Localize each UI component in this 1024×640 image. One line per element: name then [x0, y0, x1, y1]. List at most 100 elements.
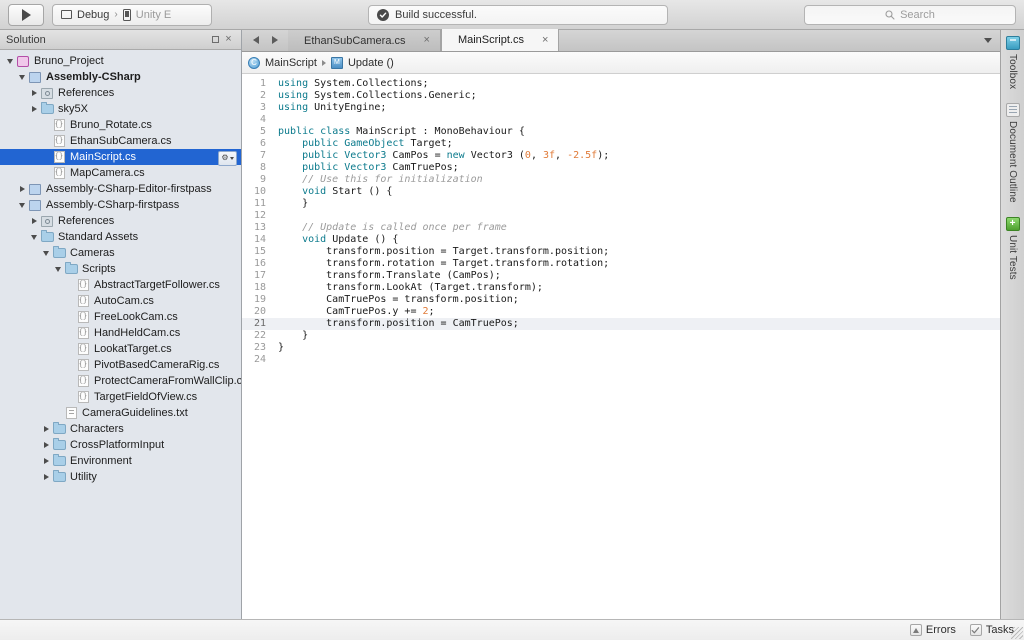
- configuration-selector[interactable]: Debug › Unity E: [52, 3, 212, 26]
- tree-item[interactable]: {} PivotBasedCameraRig.cs: [0, 357, 241, 373]
- code-line[interactable]: 16 transform.rotation = Target.transform…: [242, 258, 1000, 270]
- tree-item[interactable]: {} AutoCam.cs: [0, 293, 241, 309]
- code-line[interactable]: 20 CamTruePos.y += 2;: [242, 306, 1000, 318]
- tree-item[interactable]: Utility: [0, 469, 241, 485]
- breadcrumb-member[interactable]: Update (): [348, 57, 394, 69]
- chevron-down-icon: [984, 37, 992, 43]
- tree-item[interactable]: Characters: [0, 421, 241, 437]
- tree-item[interactable]: {} EthanSubCamera.cs: [0, 133, 241, 149]
- right-pad-tab[interactable]: Document Outline: [1005, 103, 1020, 203]
- tree-item[interactable]: Assembly-CSharp: [0, 69, 241, 85]
- code-line[interactable]: 10 void Start () {: [242, 186, 1000, 198]
- code-line[interactable]: 1 using System.Collections;: [242, 78, 1000, 90]
- tab-overflow-menu[interactable]: [976, 29, 1000, 51]
- search-input[interactable]: Search: [804, 5, 1016, 25]
- tree-item[interactable]: Scripts: [0, 261, 241, 277]
- twisty-collapsed-icon[interactable]: [28, 106, 40, 112]
- code-line[interactable]: 14 void Update () {: [242, 234, 1000, 246]
- twisty-expanded-icon[interactable]: [16, 74, 28, 80]
- tree-item[interactable]: {} LookatTarget.cs: [0, 341, 241, 357]
- run-button[interactable]: [8, 3, 44, 26]
- code-text: }: [278, 330, 309, 341]
- code-line[interactable]: 13 // Update is called once per frame: [242, 222, 1000, 234]
- tree-item[interactable]: Bruno_Project: [0, 53, 241, 69]
- tasks-pad-button[interactable]: Tasks: [969, 624, 1014, 636]
- line-number: 12: [253, 210, 266, 221]
- twisty-expanded-icon[interactable]: [52, 266, 64, 272]
- code-line[interactable]: 21 transform.position = CamTruePos;: [242, 318, 1000, 330]
- code-text: transform.position = CamTruePos;: [278, 318, 519, 329]
- code-text: transform.LookAt (Target.transform);: [278, 282, 543, 293]
- code-line[interactable]: 8 public Vector3 CamTruePos;: [242, 162, 1000, 174]
- tab-close-icon[interactable]: ×: [542, 34, 548, 46]
- code-line[interactable]: 4: [242, 114, 1000, 126]
- twisty-collapsed-icon[interactable]: [28, 90, 40, 96]
- code-line[interactable]: 7 public Vector3 CamPos = new Vector3 (0…: [242, 150, 1000, 162]
- tree-item-options-button[interactable]: ⚙: [218, 150, 237, 166]
- tab-close-icon[interactable]: ×: [424, 35, 430, 46]
- twisty-collapsed-icon[interactable]: [40, 458, 52, 464]
- tree-item[interactable]: Environment: [0, 453, 241, 469]
- breadcrumb-class[interactable]: MainScript: [265, 57, 317, 69]
- tree-item-label: Assembly-CSharp-Editor-firstpass: [46, 183, 212, 195]
- tree-item[interactable]: {} ProtectCameraFromWallClip.cs: [0, 373, 241, 389]
- twisty-collapsed-icon[interactable]: [40, 426, 52, 432]
- tree-item[interactable]: References: [0, 213, 241, 229]
- build-status-bar: Build successful.: [368, 5, 668, 25]
- tree-item[interactable]: {} TargetFieldOfView.cs: [0, 389, 241, 405]
- errors-pad-button[interactable]: Errors: [909, 624, 956, 636]
- tree-item[interactable]: Assembly-CSharp-Editor-firstpass: [0, 181, 241, 197]
- code-line[interactable]: 6 public GameObject Target;: [242, 138, 1000, 150]
- tree-item[interactable]: {} AbstractTargetFollower.cs: [0, 277, 241, 293]
- right-pad-tab[interactable]: Toolbox: [1005, 36, 1020, 90]
- csharp-file-icon: {}: [77, 279, 89, 291]
- code-line[interactable]: 5 public class MainScript : MonoBehaviour…: [242, 126, 1000, 138]
- twisty-expanded-icon[interactable]: [16, 202, 28, 208]
- code-line[interactable]: 2 using System.Collections.Generic;: [242, 90, 1000, 102]
- csharp-file-icon: {}: [77, 359, 89, 371]
- minimize-icon[interactable]: [209, 33, 222, 46]
- twisty-expanded-icon[interactable]: [28, 234, 40, 240]
- twisty-collapsed-icon[interactable]: [40, 474, 52, 480]
- code-line[interactable]: 22 }: [242, 330, 1000, 342]
- twisty-collapsed-icon[interactable]: [40, 442, 52, 448]
- tree-item[interactable]: {} FreeLookCam.cs: [0, 309, 241, 325]
- tab-prev-icon[interactable]: [252, 36, 259, 44]
- code-line[interactable]: 17 transform.Translate (CamPos);: [242, 270, 1000, 282]
- tree-item[interactable]: {} MapCamera.cs: [0, 165, 241, 181]
- editor-tab[interactable]: MainScript.cs ×: [440, 29, 560, 51]
- tree-item[interactable]: Assembly-CSharp-firstpass: [0, 197, 241, 213]
- code-line[interactable]: 9 // Use this for initialization: [242, 174, 1000, 186]
- tree-item[interactable]: Standard Assets: [0, 229, 241, 245]
- tree-item[interactable]: {} HandHeldCam.cs: [0, 325, 241, 341]
- code-line[interactable]: 15 transform.position = Target.transform…: [242, 246, 1000, 258]
- tree-item-label: Utility: [70, 471, 97, 483]
- code-line[interactable]: 19 CamTruePos = transform.position;: [242, 294, 1000, 306]
- tree-item[interactable]: sky5X: [0, 101, 241, 117]
- tree-item[interactable]: {} MainScript.cs ⚙: [0, 149, 241, 166]
- code-line[interactable]: 12: [242, 210, 1000, 222]
- tree-item[interactable]: CrossPlatformInput: [0, 437, 241, 453]
- code-line[interactable]: 24: [242, 354, 1000, 366]
- tree-item[interactable]: References: [0, 85, 241, 101]
- right-pad-tab[interactable]: Unit Tests: [1005, 216, 1020, 280]
- csharp-file-icon: {}: [77, 295, 89, 307]
- tab-next-icon[interactable]: [271, 36, 278, 44]
- twisty-expanded-icon[interactable]: [40, 250, 52, 256]
- twisty-collapsed-icon[interactable]: [16, 186, 28, 192]
- solution-tree[interactable]: Bruno_Project Assembly-CSharp References sk…: [0, 50, 241, 619]
- tree-item[interactable]: {} Bruno_Rotate.cs: [0, 117, 241, 133]
- tree-item[interactable]: CameraGuidelines.txt: [0, 405, 241, 421]
- code-editor[interactable]: 1 using System.Collections; 2 using System.…: [242, 74, 1000, 619]
- code-line[interactable]: 3 using UnityEngine;: [242, 102, 1000, 114]
- code-line[interactable]: 11 }: [242, 198, 1000, 210]
- code-line[interactable]: 23}: [242, 342, 1000, 354]
- code-line[interactable]: 18 transform.LookAt (Target.transform);: [242, 282, 1000, 294]
- tree-item[interactable]: Cameras: [0, 245, 241, 261]
- close-icon[interactable]: ×: [222, 33, 235, 46]
- twisty-collapsed-icon[interactable]: [28, 218, 40, 224]
- editor-tab[interactable]: EthanSubCamera.cs ×: [288, 30, 441, 51]
- right-pad-label: Toolbox: [1007, 54, 1018, 90]
- resize-grip[interactable]: [1011, 627, 1023, 639]
- twisty-expanded-icon[interactable]: [4, 58, 16, 64]
